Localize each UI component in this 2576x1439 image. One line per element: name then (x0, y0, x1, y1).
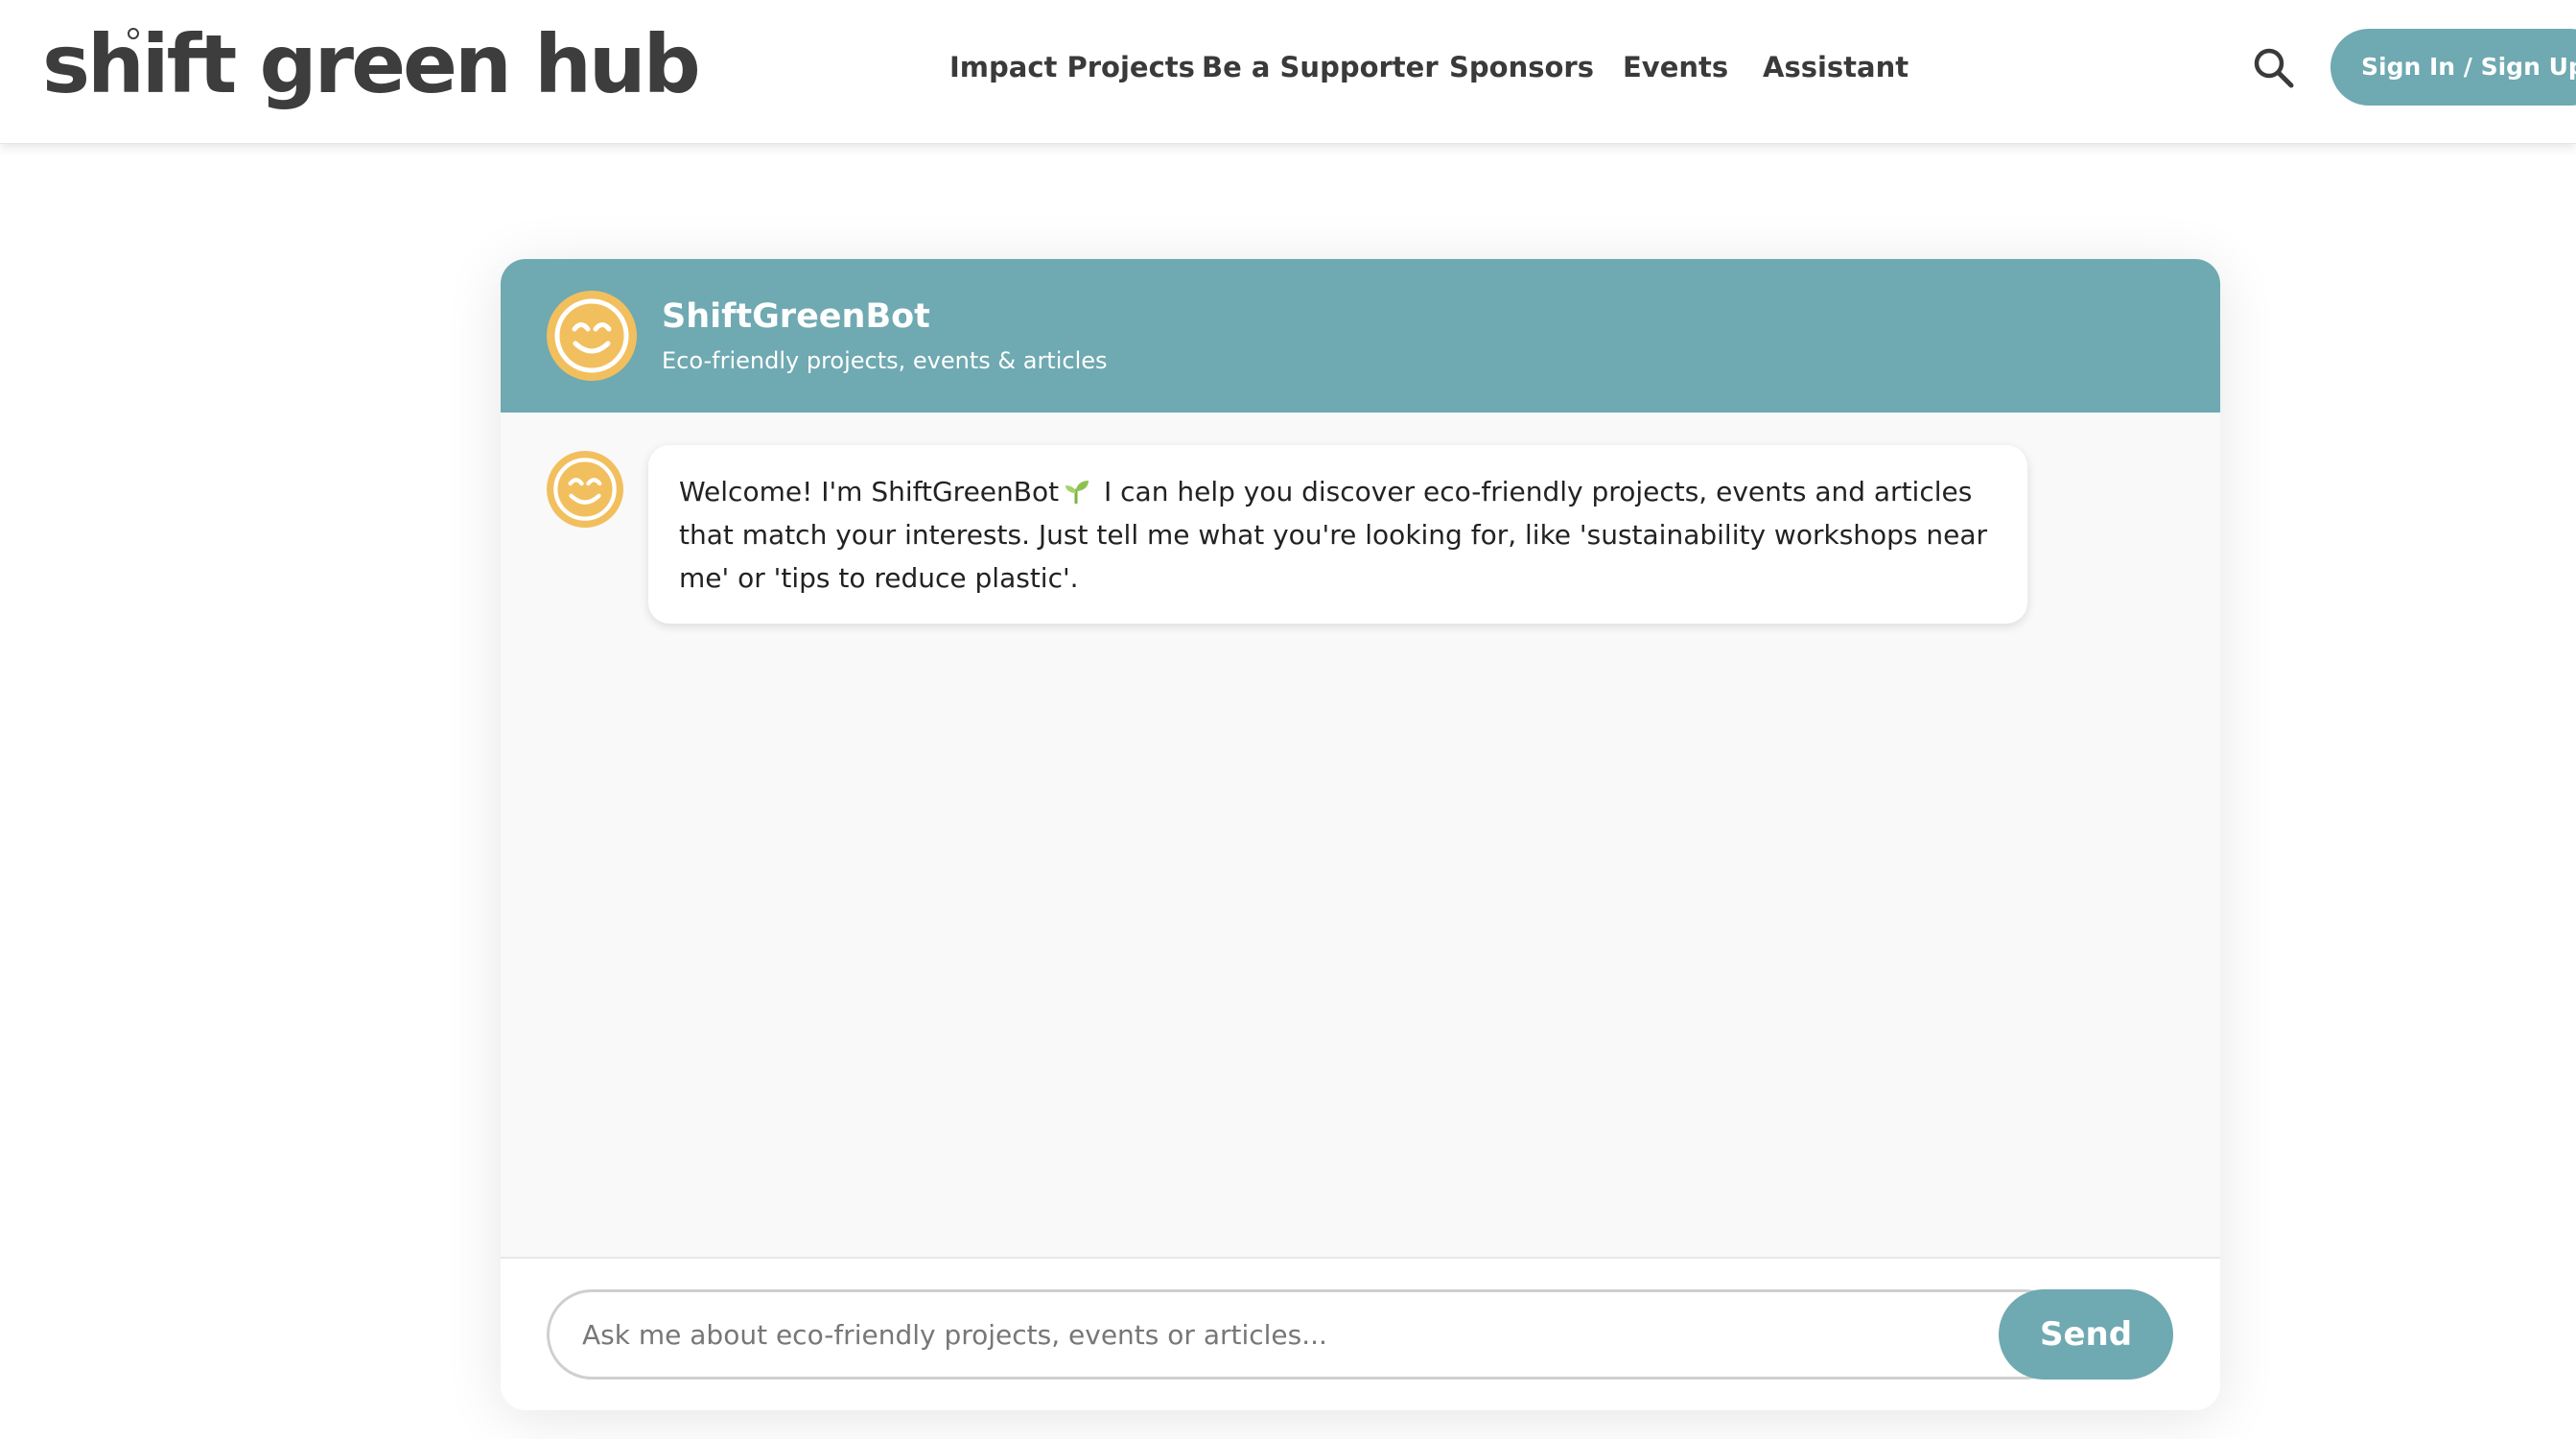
sign-in-label: Sign In / Sign Up (2361, 53, 2576, 81)
bot-message-bubble: Welcome! I'm ShiftGreenBot I can help yo… (648, 445, 2027, 624)
site-header: shift green hub Impact Projects Be a Sup… (0, 0, 2576, 144)
chat-input-bar: Send (501, 1257, 2220, 1410)
bot-subtitle: Eco-friendly projects, events & articles (662, 347, 1108, 374)
message-text-start: Welcome! I'm ShiftGreenBot (679, 476, 1060, 507)
sprout-icon (1066, 481, 1089, 504)
search-button[interactable] (2250, 44, 2298, 92)
nav-item-impact-projects[interactable]: Impact Projects (949, 48, 1195, 86)
smiley-face-icon (547, 451, 623, 528)
chat-header: ShiftGreenBot Eco-friendly projects, eve… (501, 259, 2220, 413)
nav-item-assistant[interactable]: Assistant (1763, 48, 1909, 86)
search-icon (2254, 48, 2294, 88)
smiley-face-icon (547, 291, 637, 381)
bot-name: ShiftGreenBot (662, 297, 930, 336)
nav-item-be-a-supporter[interactable]: Be a Supporter (1202, 48, 1439, 86)
nav-item-events[interactable]: Events (1623, 48, 1728, 86)
sign-in-sign-up-button[interactable]: Sign In / Sign Up (2330, 29, 2576, 106)
send-button[interactable]: Send (1999, 1289, 2173, 1380)
nav-item-sponsors[interactable]: Sponsors (1449, 48, 1594, 86)
chat-window: ShiftGreenBot Eco-friendly projects, eve… (501, 259, 2220, 1410)
chat-message-input[interactable] (547, 1289, 2070, 1380)
main-nav: Impact Projects Be a Supporter Sponsors … (0, 0, 2576, 136)
